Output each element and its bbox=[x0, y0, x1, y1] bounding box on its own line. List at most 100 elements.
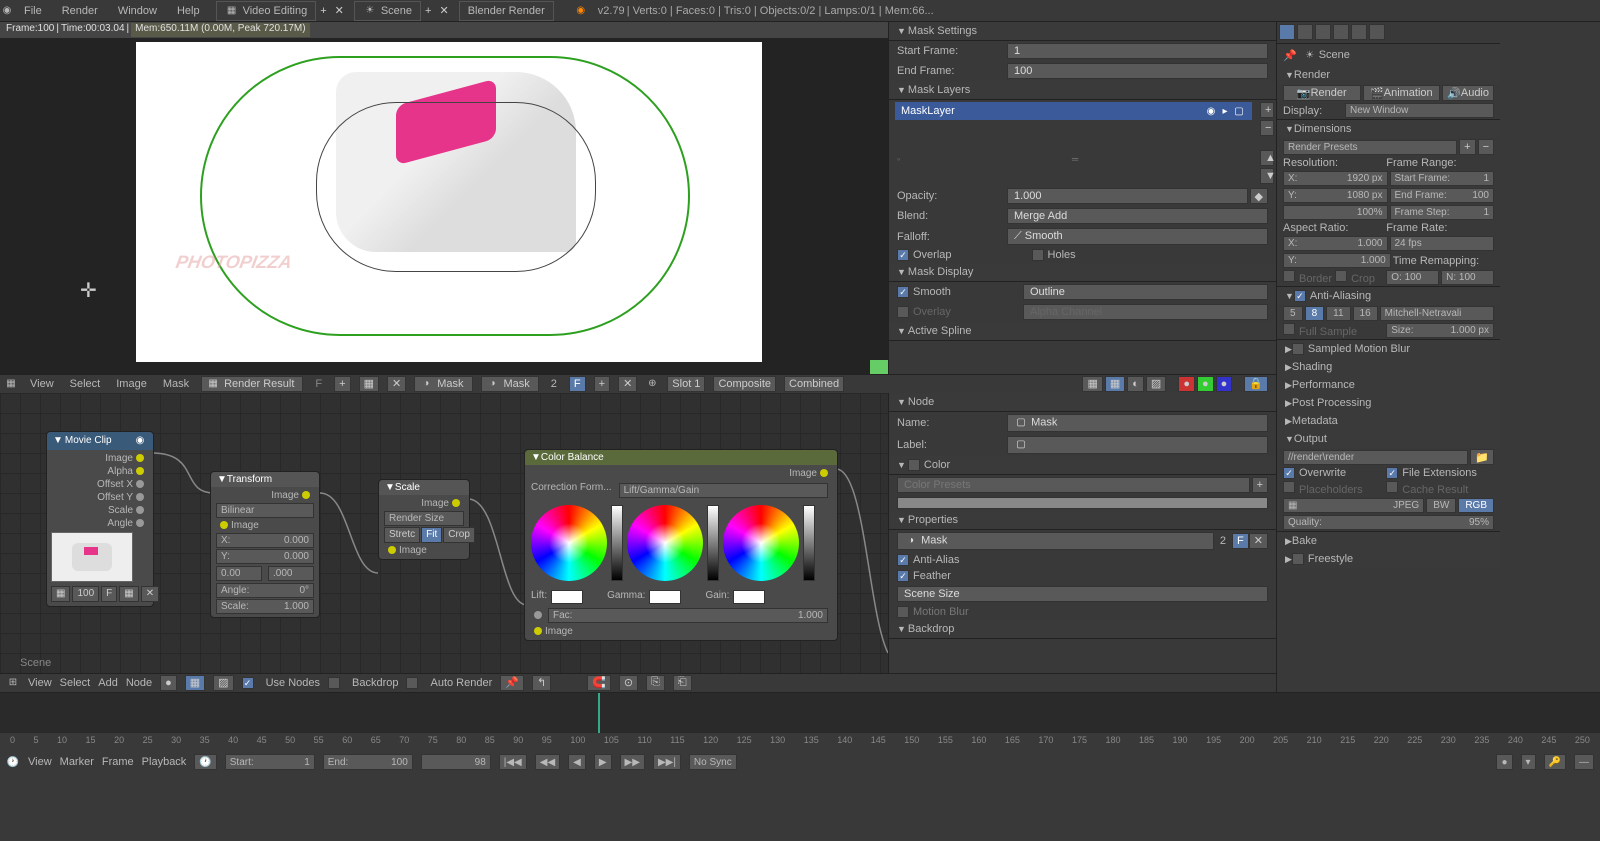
tab-world[interactable] bbox=[1333, 24, 1349, 40]
menu-marker-tl[interactable]: Marker bbox=[60, 756, 94, 768]
aa-filter-dropdown[interactable]: Mitchell-Netravali bbox=[1380, 306, 1494, 321]
startframe-field[interactable]: Start Frame:1 bbox=[1390, 171, 1495, 186]
remove-preset[interactable]: − bbox=[1478, 139, 1494, 155]
label-field[interactable]: ▢ bbox=[1007, 436, 1268, 454]
keyset-dropdown[interactable]: ▾ bbox=[1521, 754, 1536, 770]
perf-header[interactable]: Performance bbox=[1277, 376, 1500, 394]
snap-toggle[interactable]: 🧲 bbox=[587, 675, 611, 691]
aa-16[interactable]: 16 bbox=[1353, 306, 1378, 321]
select-icon[interactable]: ▸ bbox=[1218, 104, 1232, 118]
menu-window[interactable]: Window bbox=[108, 5, 167, 17]
gamma-slider[interactable] bbox=[707, 505, 719, 581]
freestyle-enable[interactable] bbox=[1292, 553, 1304, 565]
bw-button[interactable]: BW bbox=[1426, 498, 1456, 513]
snap-mode[interactable]: ⊙ bbox=[619, 675, 638, 691]
gain-slider[interactable] bbox=[803, 505, 815, 581]
menu-frame-tl[interactable]: Frame bbox=[102, 756, 134, 768]
editor-type-icon[interactable]: ▦ bbox=[4, 377, 18, 391]
menu-playback-tl[interactable]: Playback bbox=[142, 756, 187, 768]
res-y-field[interactable]: Y:1080 px bbox=[1283, 188, 1388, 203]
props-panel-header[interactable]: Properties bbox=[889, 511, 1276, 530]
tab-render[interactable] bbox=[1279, 24, 1295, 40]
pass-selector[interactable]: Combined bbox=[784, 376, 844, 392]
stretch-button[interactable]: Stretc bbox=[384, 527, 420, 543]
aa-11[interactable]: 11 bbox=[1326, 306, 1350, 321]
falloff-dropdown[interactable]: ⟋ Smooth bbox=[1007, 228, 1268, 245]
key-insert[interactable]: 🔑 bbox=[1544, 754, 1566, 770]
aa-8[interactable]: 8 bbox=[1305, 306, 1325, 321]
aa-5[interactable]: 5 bbox=[1283, 306, 1303, 321]
menu-image2[interactable]: Image bbox=[112, 378, 151, 390]
angle-field[interactable]: Angle:0° bbox=[216, 583, 314, 598]
use-nodes-checkbox[interactable] bbox=[242, 677, 254, 689]
keyframe-next[interactable]: ▶▶ bbox=[620, 754, 645, 770]
render-header[interactable]: Render bbox=[1277, 66, 1500, 84]
node-panel-header[interactable]: Node bbox=[889, 393, 1276, 412]
quality-field[interactable]: Quality:95% bbox=[1283, 515, 1494, 530]
start-frame-field[interactable]: 1 bbox=[1007, 43, 1268, 59]
autokey[interactable]: ● bbox=[1496, 754, 1512, 770]
close-image[interactable]: ✕ bbox=[387, 376, 406, 392]
move-down-button[interactable]: ▼ bbox=[1260, 168, 1274, 184]
res-pct-field[interactable]: 100% bbox=[1283, 205, 1388, 220]
clip-browse[interactable]: ▦ bbox=[51, 586, 70, 602]
mask-layers-header[interactable]: Mask Layers bbox=[889, 81, 1276, 100]
channel-g[interactable]: ● bbox=[1197, 376, 1214, 392]
remap-n[interactable]: N: 100 bbox=[1441, 270, 1494, 285]
smooth-checkbox[interactable] bbox=[897, 286, 909, 298]
node-canvas[interactable]: ▼Movie Clip◉ Image Alpha Offset X Offset… bbox=[0, 393, 888, 673]
mask-settings-header[interactable]: Mask Settings bbox=[889, 22, 1276, 41]
menu-view2[interactable]: View bbox=[26, 378, 58, 390]
menu-help[interactable]: Help bbox=[167, 5, 210, 17]
menu-add3[interactable]: Add bbox=[98, 677, 118, 689]
aspect-y-field[interactable]: Y:1.000 bbox=[1283, 253, 1391, 268]
browse-path[interactable]: 📁 bbox=[1470, 449, 1494, 465]
paste-nodes[interactable]: ⎗ bbox=[673, 675, 692, 691]
key-delete[interactable]: — bbox=[1574, 754, 1594, 770]
lift-slider[interactable] bbox=[611, 505, 623, 581]
pivot-icon[interactable]: ⊕ bbox=[645, 377, 659, 391]
tab-object[interactable] bbox=[1351, 24, 1367, 40]
breadcrumb-scene[interactable]: Scene bbox=[1319, 49, 1350, 61]
close-mask[interactable]: ✕ bbox=[618, 376, 637, 392]
aa-enable[interactable] bbox=[1294, 290, 1306, 302]
shading-header[interactable]: Shading bbox=[1277, 358, 1500, 376]
post-header[interactable]: Post Processing bbox=[1277, 394, 1500, 412]
holes-checkbox[interactable] bbox=[1032, 249, 1044, 261]
node-transform[interactable]: ▼ Transform Image Bilinear Image X:0.000… bbox=[210, 471, 320, 618]
gain-wheel[interactable] bbox=[723, 505, 799, 581]
menu-file[interactable]: File bbox=[14, 5, 52, 17]
layout-selector[interactable]: ▦ Video Editing bbox=[216, 1, 317, 21]
close-scene[interactable]: ✕ bbox=[435, 4, 452, 17]
node-color-balance[interactable]: ▼ Color Balance Image Correction Form...… bbox=[524, 449, 838, 641]
fac-field[interactable]: Fac:1.000 bbox=[548, 608, 828, 623]
mask-spline-inner[interactable] bbox=[316, 102, 596, 272]
blend-dropdown[interactable]: Merge Add bbox=[1007, 208, 1268, 224]
fullsample-checkbox[interactable] bbox=[1283, 323, 1295, 335]
rgb-button[interactable]: RGB bbox=[1458, 498, 1494, 513]
add-preset2[interactable]: + bbox=[1459, 139, 1475, 155]
mask-layer-item[interactable]: MaskLayer ◉ ▸ ▢ bbox=[895, 102, 1252, 120]
overlay-mode-dropdown[interactable]: Alpha Channel bbox=[1023, 304, 1268, 320]
menu-select2[interactable]: Select bbox=[66, 378, 105, 390]
freestyle-header[interactable]: Freestyle bbox=[1277, 550, 1500, 568]
go-parent[interactable]: ↰ bbox=[532, 675, 551, 691]
menu-node3[interactable]: Node bbox=[126, 677, 152, 689]
close-layout[interactable]: ✕ bbox=[331, 4, 348, 17]
image-selector[interactable]: ▦ Render Result bbox=[201, 376, 303, 392]
active-spline-header[interactable]: Active Spline bbox=[889, 322, 1276, 341]
clip-fake-user[interactable]: F bbox=[101, 586, 117, 602]
eye-icon[interactable]: ◉ bbox=[1204, 104, 1218, 118]
gain-swatch[interactable] bbox=[733, 590, 765, 604]
mask-selector[interactable]: ◑ Mask bbox=[481, 376, 539, 392]
render-presets-dropdown[interactable]: Render Presets bbox=[1283, 140, 1457, 155]
fileext-checkbox[interactable] bbox=[1386, 467, 1398, 479]
channel-rgba[interactable]: ▦ bbox=[1082, 376, 1102, 392]
unlink-mask[interactable]: ✕ bbox=[1249, 533, 1268, 549]
color-swatch[interactable] bbox=[897, 497, 1268, 509]
form-dropdown[interactable]: Lift/Gamma/Gain bbox=[619, 483, 828, 498]
interp-dropdown[interactable]: Bilinear bbox=[216, 503, 314, 518]
lift-wheel[interactable] bbox=[531, 505, 607, 581]
meta-header[interactable]: Metadata bbox=[1277, 412, 1500, 430]
range-toggle[interactable]: 🕐 bbox=[194, 754, 216, 770]
